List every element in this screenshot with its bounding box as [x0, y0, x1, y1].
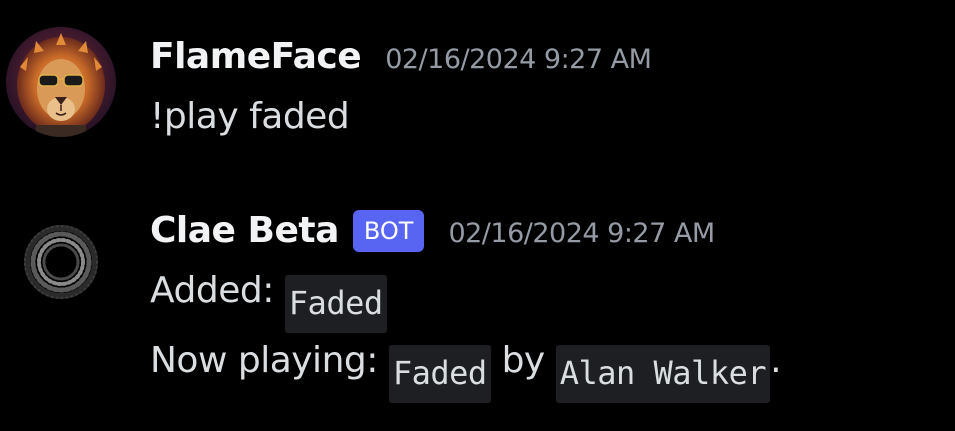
message-clae-beta: Clae Beta BOT 02/16/2024 9:27 AM Added: … [0, 190, 955, 431]
message-header: FlameFace 02/16/2024 9:27 AM [150, 36, 652, 77]
lion-avatar-icon[interactable] [6, 27, 116, 137]
inline-code-track: Faded [388, 345, 491, 403]
trailing-period: . [770, 340, 782, 381]
message-flameface: FlameFace 02/16/2024 9:27 AM !play faded [0, 0, 955, 170]
inline-code-artist: Alan Walker [555, 345, 771, 403]
by-word: by [490, 340, 556, 381]
message-line-added: Added: Faded [150, 270, 387, 333]
bot-badge: BOT [352, 210, 425, 252]
timestamp: 02/16/2024 9:27 AM [448, 218, 715, 249]
username[interactable]: FlameFace [150, 36, 362, 77]
timestamp: 02/16/2024 9:27 AM [385, 44, 652, 75]
message-line-now-playing: Now playing: Faded by Alan Walker. [150, 340, 782, 403]
message-content: !play faded [150, 96, 350, 137]
added-prefix: Added: [150, 270, 285, 311]
black-hole-avatar-icon[interactable] [21, 222, 101, 302]
now-playing-prefix: Now playing: [150, 340, 389, 381]
username[interactable]: Clae Beta [150, 210, 339, 251]
inline-code-track: Faded [284, 275, 387, 333]
message-header: Clae Beta BOT 02/16/2024 9:27 AM [150, 210, 715, 252]
